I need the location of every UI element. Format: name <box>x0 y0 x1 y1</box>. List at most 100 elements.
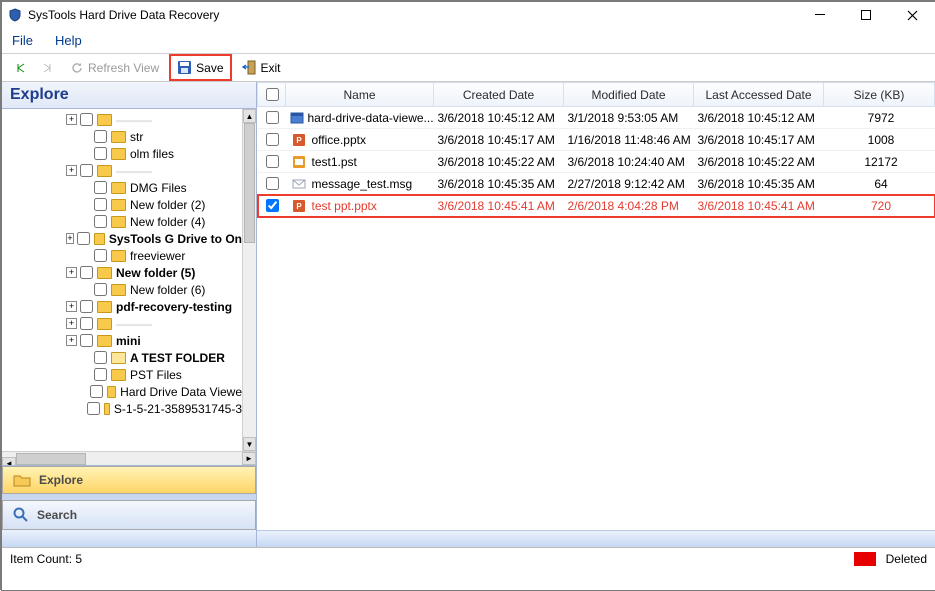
tree-checkbox[interactable] <box>94 181 107 194</box>
scroll-thumb[interactable] <box>244 123 255 243</box>
tree-item-label: ——— <box>116 164 152 178</box>
scroll-up-icon[interactable]: ▲ <box>243 109 256 123</box>
save-button[interactable]: Save <box>169 54 231 81</box>
tree-checkbox[interactable] <box>80 113 93 126</box>
menu-help[interactable]: Help <box>55 33 82 48</box>
tree-checkbox[interactable] <box>94 249 107 262</box>
folder-icon <box>111 199 126 211</box>
tree-item[interactable]: +SysTools G Drive to On <box>2 230 242 247</box>
tree-checkbox[interactable] <box>94 351 107 364</box>
scroll-down-icon[interactable]: ▼ <box>243 437 256 451</box>
file-type-icon: P <box>290 133 308 147</box>
folder-icon <box>94 233 105 245</box>
tree-item[interactable]: +New folder (5) <box>2 264 242 281</box>
refresh-label: Refresh View <box>88 61 159 75</box>
tree-item[interactable]: New folder (2) <box>2 196 242 213</box>
cell-modified: 3/6/2018 10:24:40 AM <box>564 155 694 169</box>
cell-size: 64 <box>824 177 935 191</box>
tree-checkbox[interactable] <box>80 317 93 330</box>
expand-toggle[interactable]: + <box>66 318 77 329</box>
tree-item[interactable]: + ——— <box>2 162 242 179</box>
tree-checkbox[interactable] <box>94 283 107 296</box>
tab-search[interactable]: Search <box>2 500 256 530</box>
column-header-check[interactable] <box>258 83 286 107</box>
tree-item[interactable]: PST Files <box>2 366 242 383</box>
tree-item[interactable]: + ——— <box>2 111 242 128</box>
expand-toggle[interactable]: + <box>66 335 77 346</box>
minimize-button[interactable] <box>797 2 843 28</box>
file-type-icon <box>290 111 304 125</box>
expand-toggle[interactable]: + <box>66 233 74 244</box>
table-row[interactable]: hard-drive-data-viewe...3/6/2018 10:45:1… <box>258 107 935 129</box>
tree-item-label: ——— <box>116 113 152 127</box>
column-header-modified[interactable]: Modified Date <box>564 83 694 107</box>
tab-explore[interactable]: Explore <box>2 466 256 494</box>
tree-checkbox[interactable] <box>80 266 93 279</box>
row-checkbox[interactable] <box>266 155 279 168</box>
right-panel: Name Created Date Modified Date Last Acc… <box>257 82 935 547</box>
nav-forward-button[interactable] <box>36 60 60 76</box>
row-checkbox[interactable] <box>266 177 279 190</box>
tree-item[interactable]: A TEST FOLDER <box>2 349 242 366</box>
hscroll-thumb[interactable] <box>16 453 86 465</box>
select-all-checkbox[interactable] <box>266 88 279 101</box>
menu-file[interactable]: File <box>12 33 33 48</box>
tree-item[interactable]: +——— <box>2 315 242 332</box>
table-row[interactable]: Poffice.pptx3/6/2018 10:45:17 AM1/16/201… <box>258 129 935 151</box>
table-row[interactable]: test1.pst3/6/2018 10:45:22 AM3/6/2018 10… <box>258 151 935 173</box>
nav-back-button[interactable] <box>8 60 32 76</box>
tree-item[interactable]: S-1-5-21-3589531745-3 <box>2 400 242 417</box>
tree-item-label: PST Files <box>130 368 182 382</box>
scroll-right-icon[interactable]: ► <box>242 452 256 465</box>
tree-checkbox[interactable] <box>87 402 100 415</box>
tree-item[interactable]: olm files <box>2 145 242 162</box>
tree-item[interactable]: Hard Drive Data Viewe <box>2 383 242 400</box>
tree-item[interactable]: +mini <box>2 332 242 349</box>
expand-toggle[interactable]: + <box>66 165 77 176</box>
row-checkbox[interactable] <box>266 199 279 212</box>
left-bluebar <box>2 530 256 547</box>
tree-checkbox[interactable] <box>94 368 107 381</box>
exit-button[interactable]: Exit <box>236 58 287 77</box>
tree-checkbox[interactable] <box>94 198 107 211</box>
column-header-size[interactable]: Size (KB) <box>824 83 935 107</box>
folder-tree[interactable]: +———strolm files+———DMG FilesNew folder … <box>2 111 242 451</box>
tree-item[interactable]: str <box>2 128 242 145</box>
folder-icon <box>97 318 112 330</box>
tree-checkbox[interactable] <box>77 232 90 245</box>
file-type-icon <box>290 155 308 169</box>
tree-vscrollbar[interactable]: ▲ ▼ <box>242 109 256 451</box>
column-header-accessed[interactable]: Last Accessed Date <box>694 83 824 107</box>
close-button[interactable] <box>889 2 935 28</box>
folder-icon <box>97 301 112 313</box>
tree-item[interactable]: New folder (6) <box>2 281 242 298</box>
file-type-icon: P <box>290 199 308 213</box>
tree-checkbox[interactable] <box>94 215 107 228</box>
column-header-name[interactable]: Name <box>286 83 434 107</box>
tree-checkbox[interactable] <box>94 130 107 143</box>
tree-item[interactable]: New folder (4) <box>2 213 242 230</box>
tree-item[interactable]: freeviewer <box>2 247 242 264</box>
tree-item[interactable]: DMG Files <box>2 179 242 196</box>
refresh-button[interactable]: Refresh View <box>64 59 165 77</box>
minimize-icon <box>815 10 825 20</box>
tree-checkbox[interactable] <box>90 385 103 398</box>
expand-toggle[interactable]: + <box>66 267 77 278</box>
cell-modified: 1/16/2018 11:48:46 AM <box>564 133 694 147</box>
row-checkbox[interactable] <box>266 111 279 124</box>
tree-checkbox[interactable] <box>80 334 93 347</box>
maximize-button[interactable] <box>843 2 889 28</box>
expand-toggle[interactable]: + <box>66 114 77 125</box>
table-row[interactable]: Ptest ppt.pptx3/6/2018 10:45:41 AM2/6/20… <box>258 195 935 217</box>
cell-created: 3/6/2018 10:45:12 AM <box>434 111 564 125</box>
tree-hscrollbar[interactable]: ◄ ► <box>2 451 256 465</box>
tree-item[interactable]: +pdf-recovery-testing <box>2 298 242 315</box>
table-row[interactable]: message_test.msg3/6/2018 10:45:35 AM2/27… <box>258 173 935 195</box>
column-header-created[interactable]: Created Date <box>434 83 564 107</box>
tree-checkbox[interactable] <box>94 147 107 160</box>
scroll-left-icon[interactable]: ◄ <box>2 457 16 466</box>
expand-toggle[interactable]: + <box>66 301 77 312</box>
tree-checkbox[interactable] <box>80 300 93 313</box>
tree-checkbox[interactable] <box>80 164 93 177</box>
row-checkbox[interactable] <box>266 133 279 146</box>
